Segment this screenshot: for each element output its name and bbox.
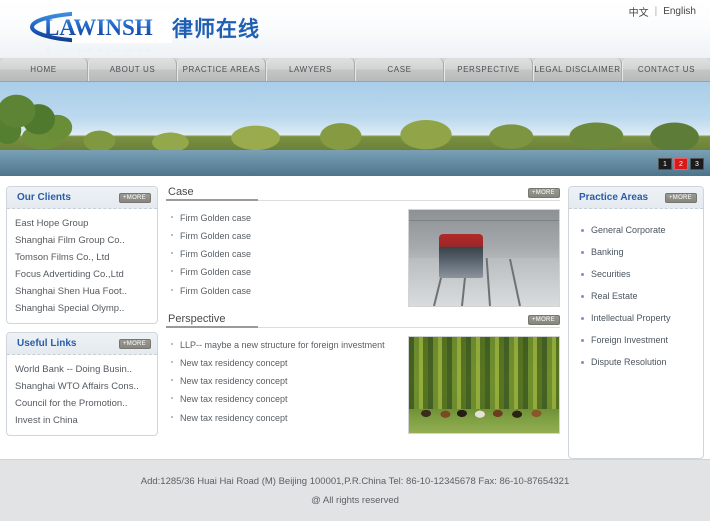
nav-item-contact-us[interactable]: CONTACT US xyxy=(622,58,710,81)
banner-river xyxy=(0,150,710,176)
banner-pagination: 1 2 3 xyxy=(658,158,704,170)
case-section: Case +MORE Firm Golden case Firm Golden … xyxy=(166,186,560,307)
language-switcher: 中文 | English xyxy=(629,4,696,19)
main-content: Our Clients +MORE East Hope Group Shangh… xyxy=(0,178,710,459)
footer-address: Add:1285/36 Huai Hai Road (M) Beijing 10… xyxy=(140,475,570,487)
list-item[interactable]: Council for the Promotion.. xyxy=(7,395,157,412)
list-item[interactable]: Focus Advertiding Co.,Ltd xyxy=(7,266,157,283)
list-item[interactable]: Firm Golden case xyxy=(166,209,400,227)
lang-chinese-link[interactable]: 中文 xyxy=(629,4,649,19)
practice-areas-list: General Corporate Banking Securities Rea… xyxy=(569,209,703,373)
practice-areas-more-button[interactable]: +MORE xyxy=(664,192,697,203)
perspective-list: LLP-- maybe a new structure for foreign … xyxy=(166,336,400,434)
perspective-section-title: Perspective xyxy=(168,313,226,325)
list-item[interactable]: Real Estate xyxy=(569,285,703,307)
nav-item-perspective[interactable]: PERSPECTIVE xyxy=(444,58,533,81)
train-rail-bed xyxy=(409,258,559,306)
site-subtitle: 律师在线 xyxy=(172,18,260,41)
practice-areas-title: Practice Areas xyxy=(579,192,649,203)
list-item[interactable]: General Corporate xyxy=(569,219,703,241)
footer-copyright: @ All rights reserved xyxy=(311,494,399,506)
perspective-thumbnail-image xyxy=(408,336,560,434)
our-clients-more-button[interactable]: +MORE xyxy=(118,192,151,203)
list-item[interactable]: Shanghai Shen Hua Foot.. xyxy=(7,283,157,300)
practice-areas-header: Practice Areas +MORE xyxy=(569,187,703,209)
our-clients-panel: Our Clients +MORE East Hope Group Shangh… xyxy=(6,186,158,324)
useful-links-more-button[interactable]: +MORE xyxy=(118,338,151,349)
right-sidebar: Practice Areas +MORE General Corporate B… xyxy=(568,186,704,459)
perspective-section-body: LLP-- maybe a new structure for foreign … xyxy=(166,328,560,434)
practice-areas-panel: Practice Areas +MORE General Corporate B… xyxy=(568,186,704,459)
logo-icon: LAWINSH LAWINSH xyxy=(30,11,172,52)
nav-item-practice-areas[interactable]: PRACTICE AREAS xyxy=(177,58,266,81)
locomotive xyxy=(439,234,483,278)
main-navigation: HOME ABOUT US PRACTICE AREAS LAWYERS CAS… xyxy=(0,58,710,82)
rail-line xyxy=(485,258,491,306)
banner-treeline xyxy=(0,118,710,150)
site-header: 中文 | English LAWINSH LAWINSH 律师在线 xyxy=(0,0,710,58)
list-item[interactable]: Shanghai Film Group Co.. xyxy=(7,232,157,249)
lang-english-link[interactable]: English xyxy=(663,6,696,17)
banner-left-grove xyxy=(0,88,92,156)
useful-links-header: Useful Links +MORE xyxy=(7,333,157,355)
nav-item-lawyers[interactable]: LAWYERS xyxy=(266,58,355,81)
case-section-body: Firm Golden case Firm Golden case Firm G… xyxy=(166,201,560,307)
list-item[interactable]: Dispute Resolution xyxy=(569,351,703,373)
svg-text:LAWINSH: LAWINSH xyxy=(44,38,153,52)
nav-item-case[interactable]: CASE xyxy=(355,58,444,81)
list-item[interactable]: Foreign Investment xyxy=(569,329,703,351)
perspective-section-header: Perspective +MORE xyxy=(166,313,560,328)
list-item[interactable]: Firm Golden case xyxy=(166,263,400,281)
case-section-title: Case xyxy=(168,186,194,198)
nav-item-home[interactable]: HOME xyxy=(0,58,88,81)
list-item[interactable]: World Bank -- Doing Busin.. xyxy=(7,361,157,378)
useful-links-panel: Useful Links +MORE World Bank -- Doing B… xyxy=(6,332,158,436)
list-item[interactable]: New tax residency concept xyxy=(166,372,400,390)
list-item[interactable]: Tomson Films Co., Ltd xyxy=(7,249,157,266)
list-item[interactable]: New tax residency concept xyxy=(166,354,400,372)
hero-banner: 1 2 3 xyxy=(0,82,710,178)
left-sidebar: Our Clients +MORE East Hope Group Shangh… xyxy=(6,186,158,459)
case-thumbnail-image xyxy=(408,209,560,307)
list-item[interactable]: Intellectual Property xyxy=(569,307,703,329)
perspective-section: Perspective +MORE LLP-- maybe a new stru… xyxy=(166,313,560,434)
banner-page-2[interactable]: 2 xyxy=(674,158,688,170)
our-clients-title: Our Clients xyxy=(17,192,71,203)
case-section-header: Case +MORE xyxy=(166,186,560,201)
our-clients-list: East Hope Group Shanghai Film Group Co..… xyxy=(7,209,157,323)
poplar-trees xyxy=(409,337,559,409)
list-item[interactable]: Firm Golden case xyxy=(166,227,400,245)
rail-line xyxy=(509,258,521,306)
case-list: Firm Golden case Firm Golden case Firm G… xyxy=(166,209,400,307)
case-more-button[interactable]: +MORE xyxy=(527,188,560,198)
banner-page-1[interactable]: 1 xyxy=(658,158,672,170)
useful-links-list: World Bank -- Doing Busin.. Shanghai WTO… xyxy=(7,355,157,435)
banner-page-3[interactable]: 3 xyxy=(690,158,704,170)
list-item[interactable]: New tax residency concept xyxy=(166,390,400,408)
list-item[interactable]: East Hope Group xyxy=(7,215,157,232)
list-item[interactable]: LLP-- maybe a new structure for foreign … xyxy=(166,336,400,354)
nav-item-legal-disclaimer[interactable]: LEGAL DISCLAIMER xyxy=(533,58,622,81)
our-clients-header: Our Clients +MORE xyxy=(7,187,157,209)
nav-item-about-us[interactable]: ABOUT US xyxy=(88,58,177,81)
perspective-more-button[interactable]: +MORE xyxy=(527,315,560,325)
list-item[interactable]: New tax residency concept xyxy=(166,409,400,427)
cattle-herd xyxy=(415,405,553,419)
list-item[interactable]: Shanghai Special Olymp.. xyxy=(7,300,157,317)
site-logo[interactable]: LAWINSH LAWINSH xyxy=(28,8,173,52)
list-item[interactable]: Firm Golden case xyxy=(166,245,400,263)
site-footer: Add:1285/36 Huai Hai Road (M) Beijing 10… xyxy=(0,459,710,521)
center-column: Case +MORE Firm Golden case Firm Golden … xyxy=(166,186,560,459)
list-item[interactable]: Firm Golden case xyxy=(166,282,400,300)
svg-text:LAWINSH: LAWINSH xyxy=(44,15,153,40)
list-item[interactable]: Banking xyxy=(569,241,703,263)
train-catenary-wire xyxy=(409,220,559,221)
list-item[interactable]: Shanghai WTO Affairs Cons.. xyxy=(7,378,157,395)
list-item[interactable]: Securities xyxy=(569,263,703,285)
useful-links-title: Useful Links xyxy=(17,338,77,349)
list-item[interactable]: Invest in China xyxy=(7,412,157,429)
lang-separator: | xyxy=(654,6,658,17)
